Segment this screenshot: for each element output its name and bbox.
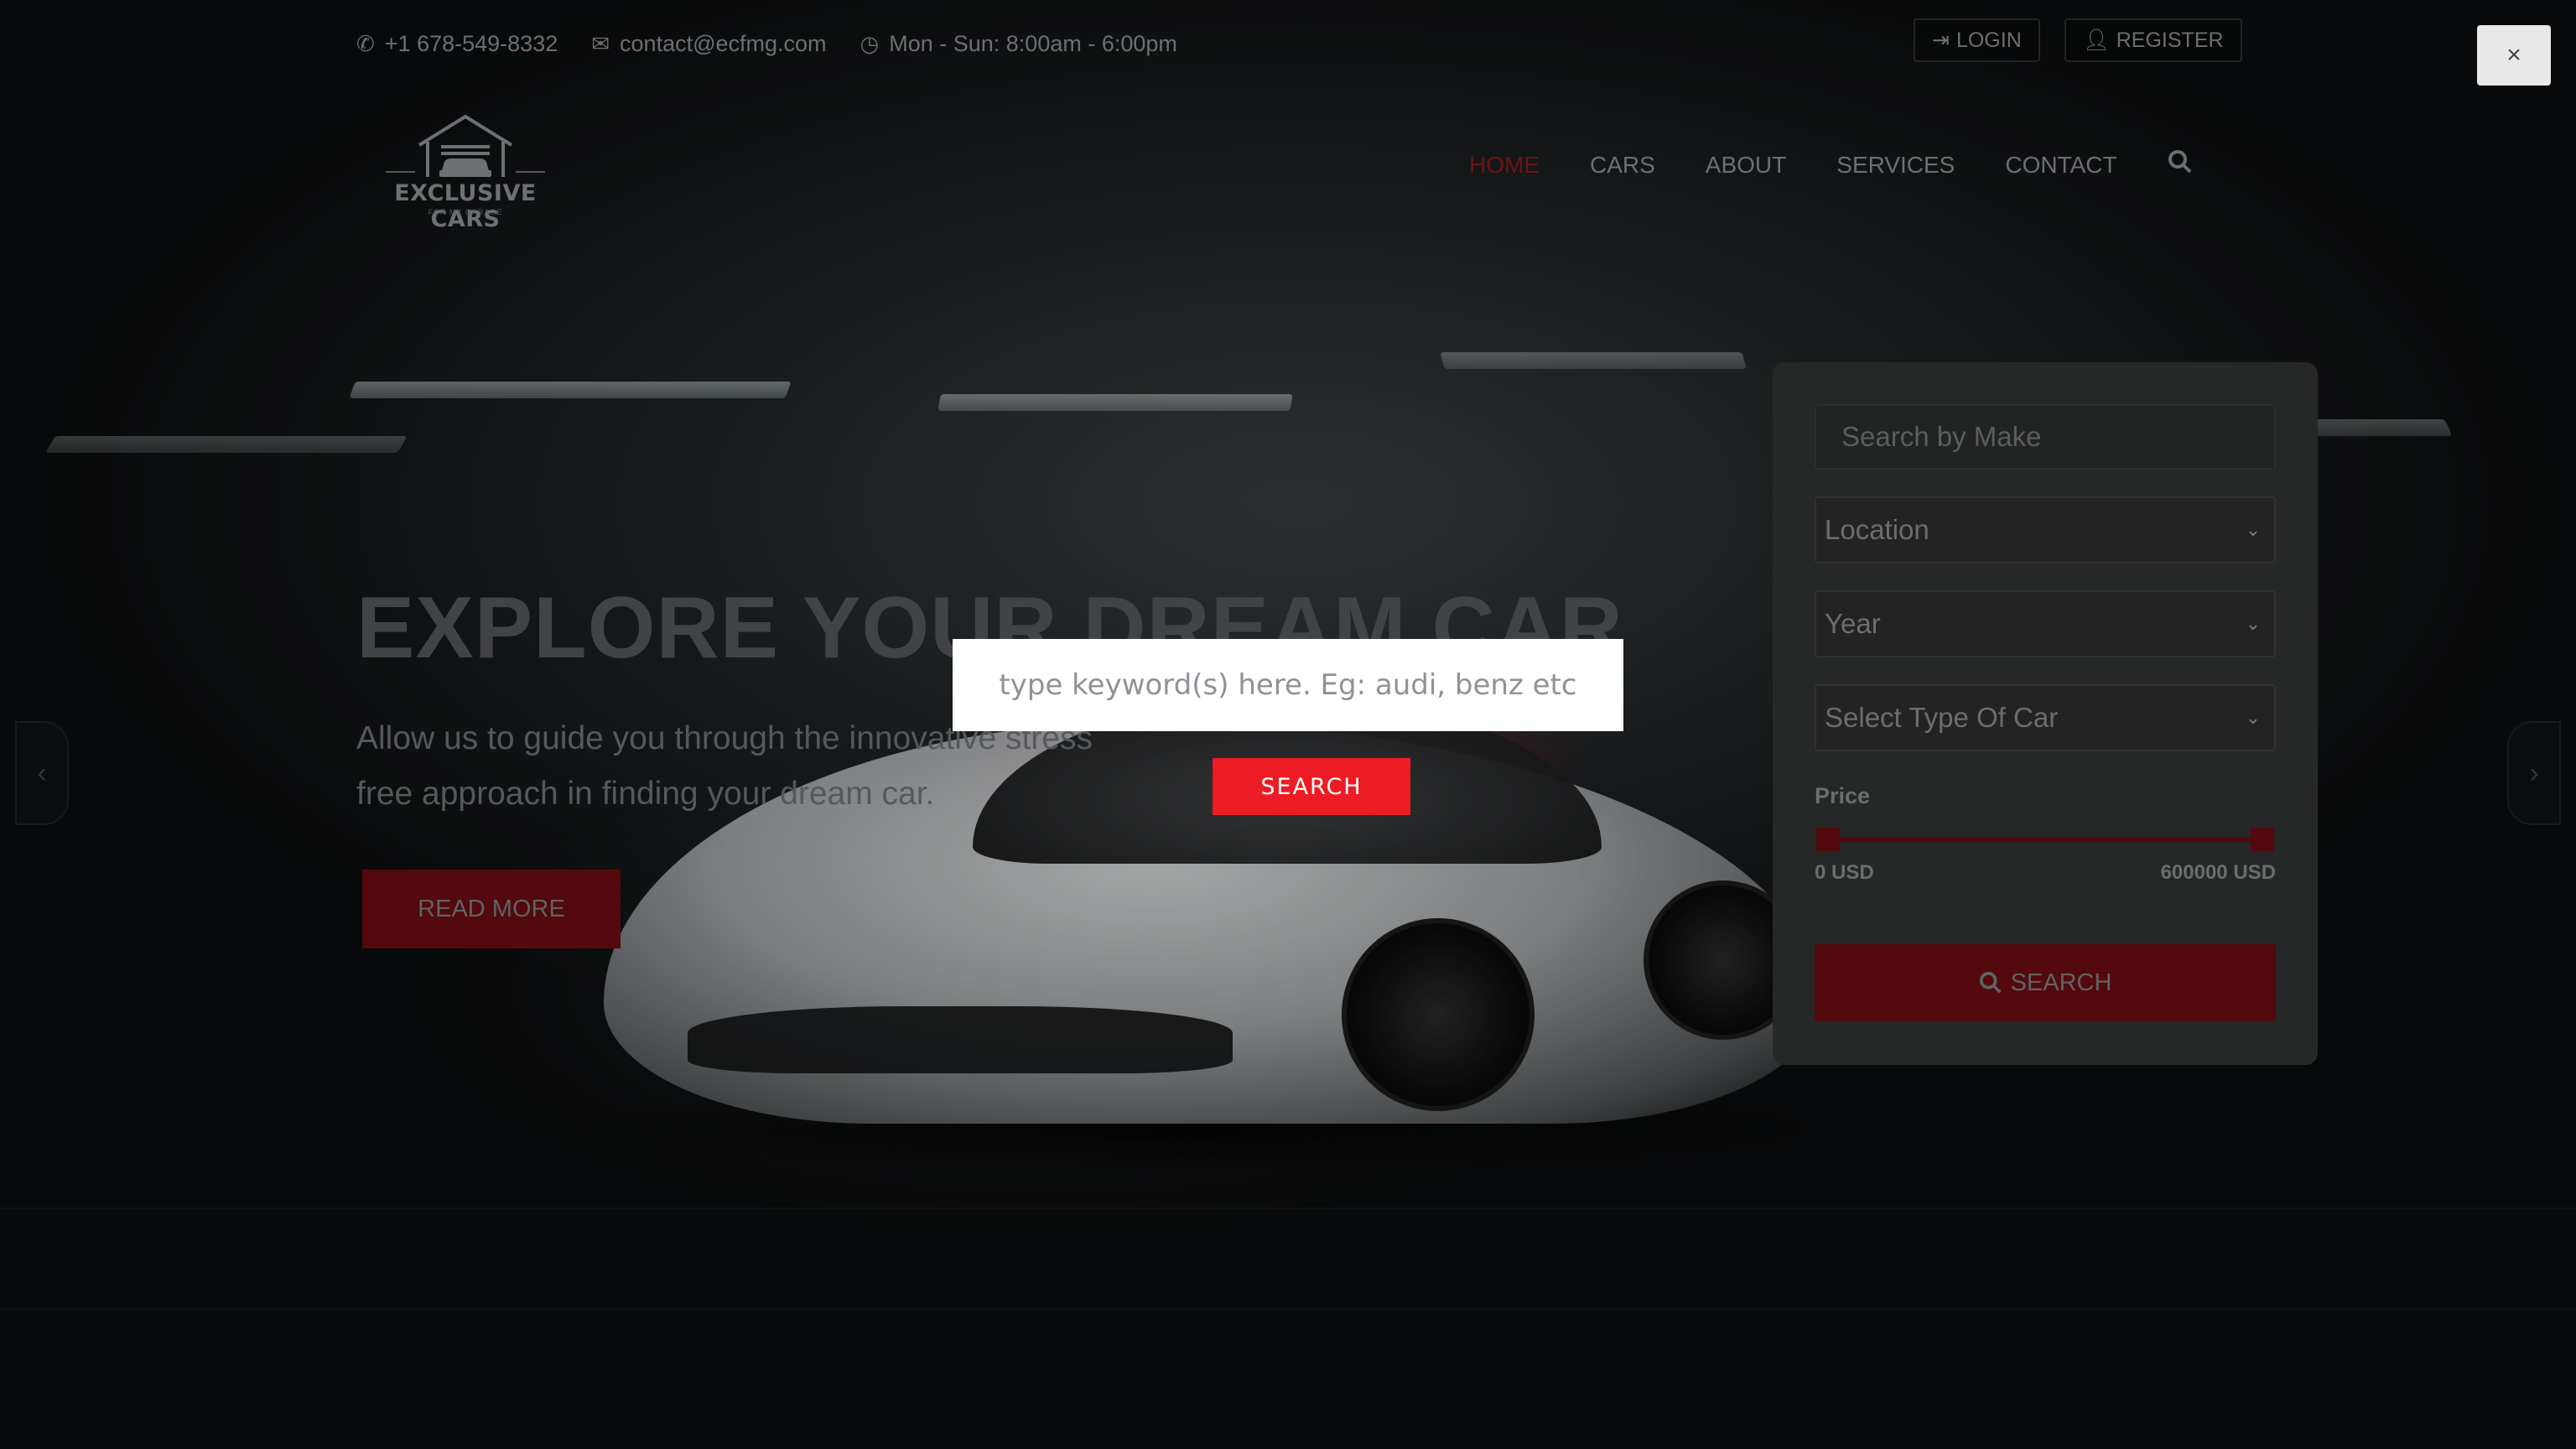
- close-overlay-button[interactable]: ×: [2477, 25, 2551, 86]
- close-icon: ×: [2506, 41, 2521, 69]
- keyword-search-input[interactable]: type keyword(s) here. Eg: audi, benz etc: [953, 639, 1623, 731]
- modal-search-button[interactable]: SEARCH: [1213, 758, 1410, 815]
- keyword-search-placeholder: type keyword(s) here. Eg: audi, benz etc: [999, 668, 1577, 702]
